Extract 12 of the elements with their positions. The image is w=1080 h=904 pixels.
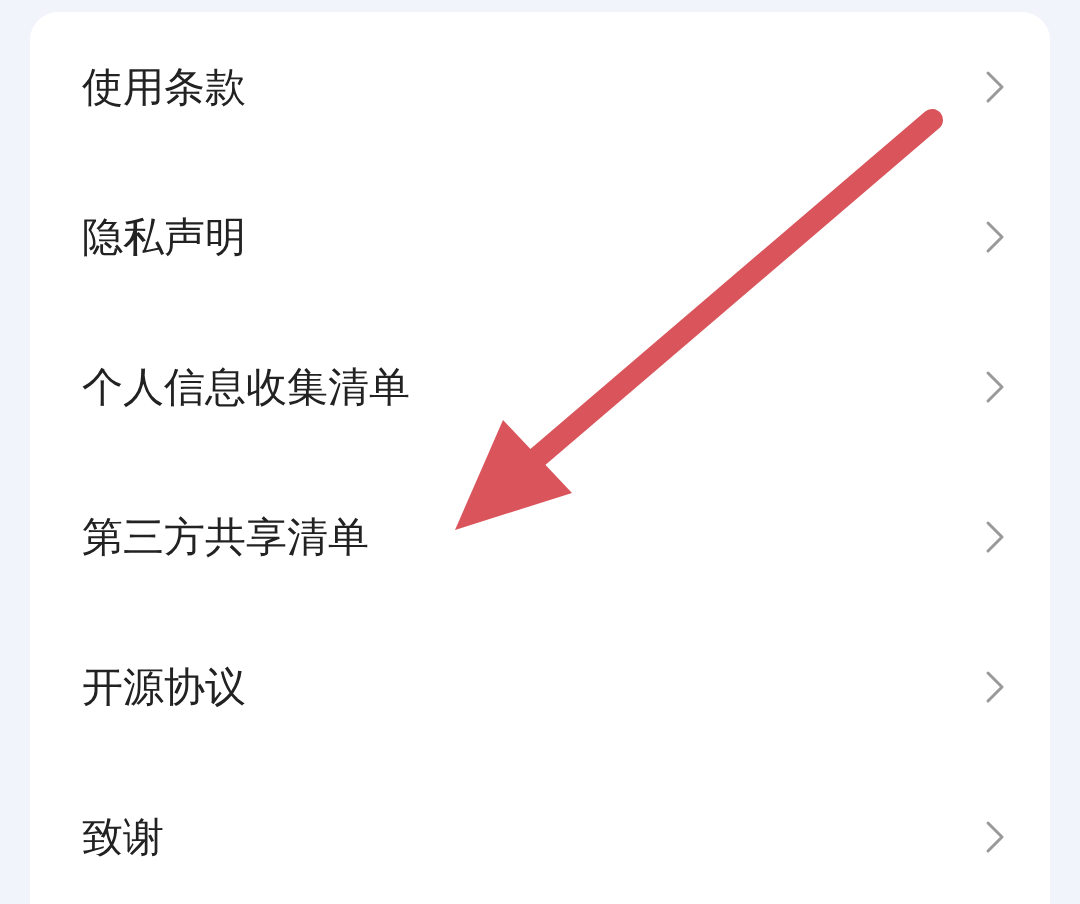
menu-item[interactable]: 使用条款 — [82, 12, 1005, 162]
menu-item[interactable]: 个人信息收集清单 — [82, 312, 1005, 462]
menu-item[interactable]: 致谢 — [82, 762, 1005, 904]
menu-item[interactable]: 第三方共享清单 — [82, 462, 1005, 612]
menu-item[interactable]: 隐私声明 — [82, 162, 1005, 312]
chevron-right-icon — [985, 70, 1005, 104]
menu-item[interactable]: 开源协议 — [82, 612, 1005, 762]
chevron-right-icon — [985, 520, 1005, 554]
chevron-right-icon — [985, 670, 1005, 704]
chevron-right-icon — [985, 820, 1005, 854]
chevron-right-icon — [985, 220, 1005, 254]
chevron-right-icon — [985, 370, 1005, 404]
